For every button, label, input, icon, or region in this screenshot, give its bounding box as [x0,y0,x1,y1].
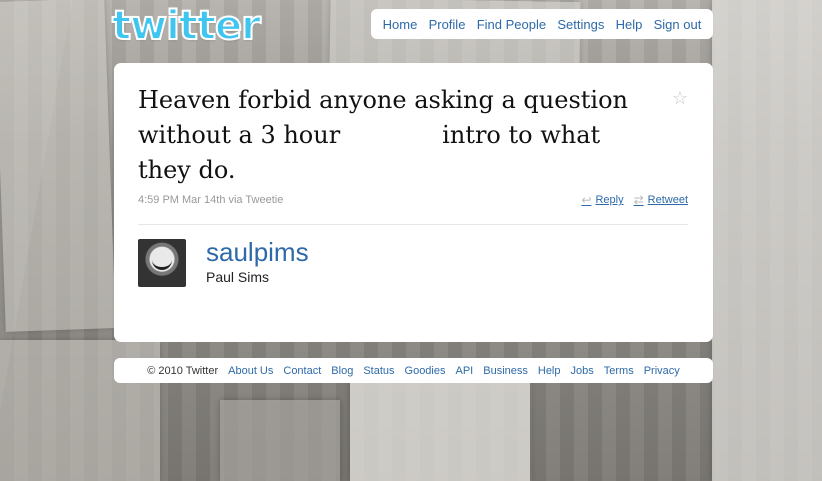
tweet-actions: ↩ Reply ⇄ Retweet [581,193,688,207]
footer-link-terms[interactable]: Terms [604,365,634,377]
footer-link-status[interactable]: Status [363,365,394,377]
footer-link-privacy[interactable]: Privacy [644,365,680,377]
divider [138,224,688,225]
reply-button[interactable]: ↩ Reply [581,193,623,207]
author-real-name: Paul Sims [206,269,270,285]
top-nav: Home Profile Find People Settings Help S… [371,9,713,39]
tweet-text: Heaven forbid anyone asking a question w… [138,83,658,188]
tweet-text-line: they do. [138,156,236,184]
reply-arrow-icon: ↩ [581,193,592,207]
nav-home[interactable]: Home [383,17,418,32]
tweet-text-line: intro to what [442,121,601,149]
footer-link-goodies[interactable]: Goodies [405,365,446,377]
tweet-text-line: without a 3 hour [138,121,341,149]
author-screen-name[interactable]: saulpims [206,237,309,267]
background-paper [0,0,116,332]
footer-link-blog[interactable]: Blog [331,365,353,377]
tweet-text-line: Heaven forbid anyone asking a question [138,86,628,114]
nav-sign-out[interactable]: Sign out [654,17,702,32]
tweet-meta: 4:59 PM Mar 14th via Tweetie [138,194,284,206]
nav-profile[interactable]: Profile [429,17,466,32]
footer-link-jobs[interactable]: Jobs [571,365,594,377]
background-paper [712,0,822,481]
tweet-card: Heaven forbid anyone asking a question w… [114,63,713,342]
footer-link-contact[interactable]: Contact [283,365,321,377]
background-paper [220,400,340,481]
nav-settings[interactable]: Settings [557,17,604,32]
nav-find-people[interactable]: Find People [477,17,546,32]
footer-link-api[interactable]: API [456,365,474,377]
avatar-face [152,259,172,270]
reply-label: Reply [595,194,624,206]
retweet-icon: ⇄ [633,193,644,207]
star-outline-icon[interactable]: ☆ [671,89,689,107]
footer: © 2010 Twitter About Us Contact Blog Sta… [114,358,713,383]
twitter-logo[interactable]: twitter [111,3,262,49]
copyright: © 2010 Twitter [147,364,219,377]
nav-help[interactable]: Help [616,17,643,32]
footer-link-help[interactable]: Help [538,365,561,377]
background-paper [350,380,530,481]
footer-link-business[interactable]: Business [483,365,528,377]
retweet-button[interactable]: ⇄ Retweet [634,193,688,207]
avatar[interactable] [138,239,186,287]
footer-link-about[interactable]: About Us [228,365,273,377]
retweet-label: Retweet [647,194,688,206]
